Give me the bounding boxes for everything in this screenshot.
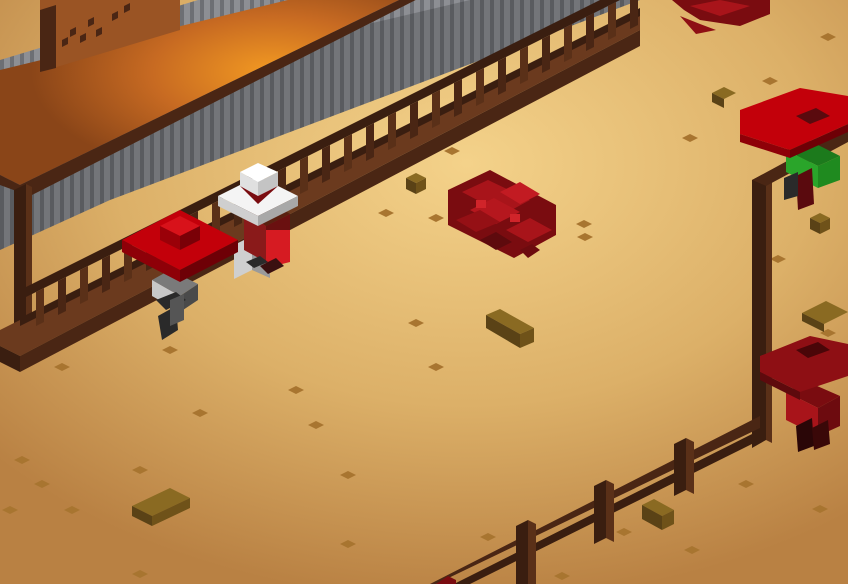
railing-picket xyxy=(300,156,308,194)
railing-picket xyxy=(322,145,330,183)
railing-picket xyxy=(388,112,396,150)
railing-picket xyxy=(454,79,462,117)
railing-picket xyxy=(344,134,352,172)
railing-picket xyxy=(366,123,374,161)
railing-picket xyxy=(586,13,594,51)
railing-picket xyxy=(432,90,440,128)
railing-picket xyxy=(608,2,616,40)
railing-picket xyxy=(102,255,110,293)
railing-picket xyxy=(498,57,506,95)
railing-picket xyxy=(630,0,638,29)
railing-picket xyxy=(542,35,550,73)
railing-picket xyxy=(476,68,484,106)
railing-picket xyxy=(58,277,66,315)
railing-picket xyxy=(80,266,88,304)
railing-picket xyxy=(564,24,572,62)
railing-picket xyxy=(410,101,418,139)
railing-picket xyxy=(520,46,528,84)
railing-picket xyxy=(36,288,44,326)
game-scene xyxy=(0,0,848,584)
